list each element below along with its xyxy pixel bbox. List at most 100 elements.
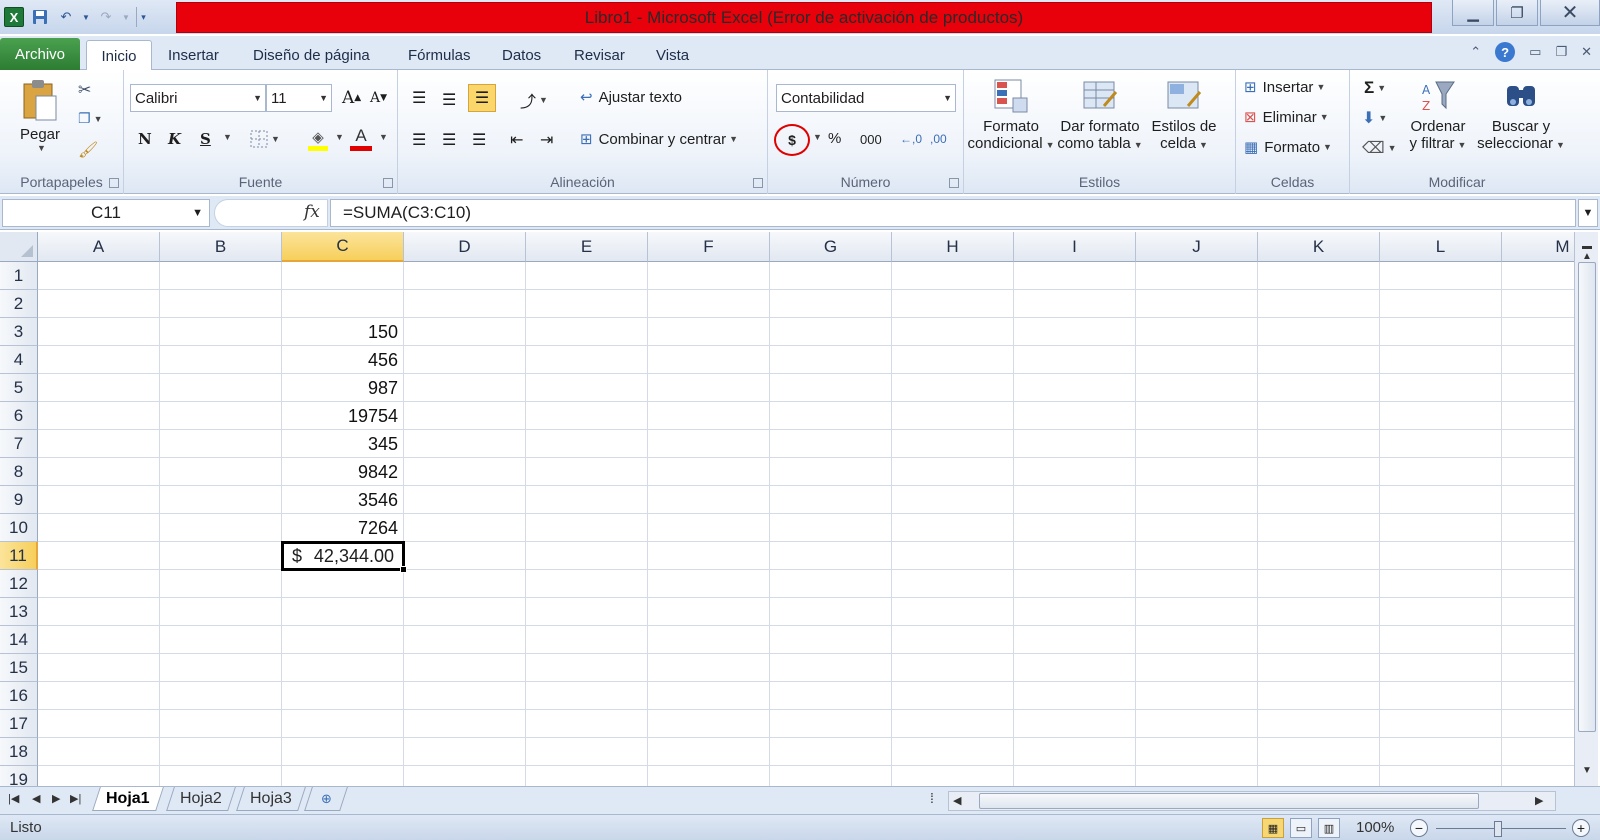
row-header-3[interactable]: 3 (0, 318, 38, 346)
row-header-6[interactable]: 6 (0, 402, 38, 430)
number-format-select[interactable]: Contabilidad ▼ (776, 84, 956, 112)
borders-button[interactable]: ▼ (250, 130, 280, 148)
delete-cells-button[interactable]: ⊠ Eliminar ▼ (1244, 108, 1329, 127)
row-header-5[interactable]: 5 (0, 374, 38, 402)
conditional-format-button[interactable]: Formato condicional ▼ (968, 78, 1055, 152)
paste-dropdown-icon[interactable]: ▼ (37, 143, 46, 153)
currency-format-button[interactable]: $ (774, 124, 810, 156)
sheet-tab-hoja3[interactable]: Hoja3 (236, 787, 306, 811)
clear-button[interactable]: ⌫ ▼ (1362, 138, 1397, 158)
shrink-font-button[interactable]: A ▼ (370, 90, 387, 106)
tab-archivo[interactable]: Archivo (0, 38, 80, 70)
cut-button[interactable]: ✂ (78, 80, 91, 100)
vertical-scrollbar[interactable]: ▬ ▲ ▼ (1574, 232, 1598, 786)
alineacion-launcher-icon[interactable] (753, 178, 763, 188)
zoom-slider[interactable]: − + (1410, 819, 1594, 839)
cell-c8[interactable]: 9842 (282, 458, 404, 486)
page-layout-view-button[interactable]: ▭ (1290, 818, 1312, 838)
zoom-level[interactable]: 100% (1356, 819, 1394, 836)
doc-close-icon[interactable]: ✕ (1581, 44, 1592, 60)
fill-handle[interactable] (400, 566, 407, 573)
portapapeles-launcher-icon[interactable] (109, 178, 119, 188)
autosum-button[interactable]: Σ ▼ (1364, 78, 1386, 98)
redo-dropdown-icon[interactable]: ▼ (122, 7, 130, 27)
row-header-1[interactable]: 1 (0, 262, 38, 290)
page-break-view-button[interactable]: ▥ (1318, 818, 1340, 838)
select-all-button[interactable] (0, 232, 38, 262)
row-header-17[interactable]: 17 (0, 710, 38, 738)
underline-dropdown[interactable]: ▼ (220, 132, 232, 142)
format-painter-button[interactable]: 🖌 (78, 140, 98, 160)
insert-cells-button[interactable]: ⊞ Insertar ▼ (1244, 78, 1325, 97)
percent-button[interactable]: % (828, 130, 841, 147)
cell-styles-button[interactable]: Estilos de celda ▼ (1144, 78, 1224, 152)
tab-split-handle[interactable]: ⁞ (930, 790, 934, 806)
scroll-right-icon[interactable]: ▶ (1535, 794, 1543, 807)
undo-dropdown-icon[interactable]: ▼ (82, 7, 90, 27)
expand-formula-bar-icon[interactable]: ▼ (1578, 199, 1598, 227)
column-header-l[interactable]: L (1380, 232, 1502, 262)
tab-diseno-pagina[interactable]: Diseño de página (253, 40, 370, 70)
column-header-b[interactable]: B (160, 232, 282, 262)
copy-button[interactable]: ❐ ▼ (78, 110, 102, 127)
worksheet-grid[interactable]: ABCDEFGHIJKLM 1 2 3 4 5 6 7 8 9 10 11 12 13 14 15 16 17 1… (0, 232, 1574, 786)
column-header-h[interactable]: H (892, 232, 1014, 262)
increase-indent-button[interactable]: ⇥ (540, 130, 553, 150)
column-header-a[interactable]: A (38, 232, 160, 262)
normal-view-button[interactable]: ▦ (1262, 818, 1284, 838)
active-cell-c11[interactable]: $ 42,344.00 (281, 541, 405, 571)
tab-datos[interactable]: Datos (502, 40, 541, 70)
cell-c9[interactable]: 3546 (282, 486, 404, 514)
cell-c3[interactable]: 150 (282, 318, 404, 346)
zoom-out-icon[interactable]: − (1410, 819, 1428, 837)
underline-button[interactable]: S (200, 130, 211, 148)
grow-font-button[interactable]: A ▲ (342, 88, 361, 108)
zoom-knob[interactable] (1494, 821, 1502, 837)
restore-button[interactable]: ❐ (1496, 0, 1538, 26)
cell-c6[interactable]: 19754 (282, 402, 404, 430)
save-icon[interactable] (30, 7, 50, 27)
find-select-button[interactable]: Buscar y seleccionar ▼ (1476, 78, 1566, 152)
insert-function-icon[interactable]: fx (304, 202, 320, 222)
thousands-button[interactable]: 000 (860, 132, 882, 147)
column-header-f[interactable]: F (648, 232, 770, 262)
tab-insertar[interactable]: Insertar (168, 40, 219, 70)
first-sheet-icon[interactable]: |◀ (8, 792, 19, 805)
column-header-k[interactable]: K (1258, 232, 1380, 262)
bold-button[interactable]: N (138, 130, 152, 148)
horizontal-scroll-thumb[interactable] (979, 793, 1479, 809)
redo-icon[interactable]: ↷ (96, 7, 116, 27)
format-as-table-button[interactable]: Dar formato como tabla ▼ (1056, 78, 1144, 152)
copy-dropdown-icon[interactable]: ▼ (94, 114, 103, 124)
customize-qat-icon[interactable]: ▾ (136, 7, 146, 27)
align-right-button[interactable]: ☰ (472, 130, 486, 150)
column-header-i[interactable]: I (1014, 232, 1136, 262)
fill-color-dropdown[interactable]: ▼ (332, 132, 344, 142)
cell-c5[interactable]: 987 (282, 374, 404, 402)
font-size-select[interactable]: 11 ▼ (266, 84, 332, 112)
formula-input[interactable]: =SUMA(C3:C10) (330, 199, 1576, 227)
align-center-button[interactable]: ☰ (442, 130, 456, 150)
zoom-in-icon[interactable]: + (1572, 819, 1590, 837)
merge-center-button[interactable]: ⊞ Combinar y centrar ▼ (580, 130, 738, 149)
tab-inicio[interactable]: Inicio (86, 40, 152, 71)
row-header-18[interactable]: 18 (0, 738, 38, 766)
font-name-select[interactable]: Calibri ▼ (130, 84, 266, 112)
column-header-m[interactable]: M (1502, 232, 1574, 262)
row-header-9[interactable]: 9 (0, 486, 38, 514)
decrease-indent-button[interactable]: ⇤ (510, 130, 523, 150)
format-cells-button[interactable]: ▦ Formato ▼ (1244, 138, 1332, 157)
align-left-button[interactable]: ☰ (412, 130, 426, 150)
minimize-ribbon-icon[interactable]: ⌃ (1470, 44, 1481, 60)
align-middle-button[interactable]: ☰ (442, 90, 456, 110)
column-header-j[interactable]: J (1136, 232, 1258, 262)
row-header-14[interactable]: 14 (0, 626, 38, 654)
horizontal-scrollbar[interactable]: ◀ ▶ (948, 791, 1556, 811)
italic-button[interactable]: K (168, 130, 181, 148)
row-header-10[interactable]: 10 (0, 514, 38, 542)
row-header-4[interactable]: 4 (0, 346, 38, 374)
row-header-16[interactable]: 16 (0, 682, 38, 710)
font-color-button[interactable]: A (350, 126, 372, 151)
excel-logo-icon[interactable]: X (4, 7, 24, 27)
font-color-dropdown[interactable]: ▼ (376, 132, 388, 142)
